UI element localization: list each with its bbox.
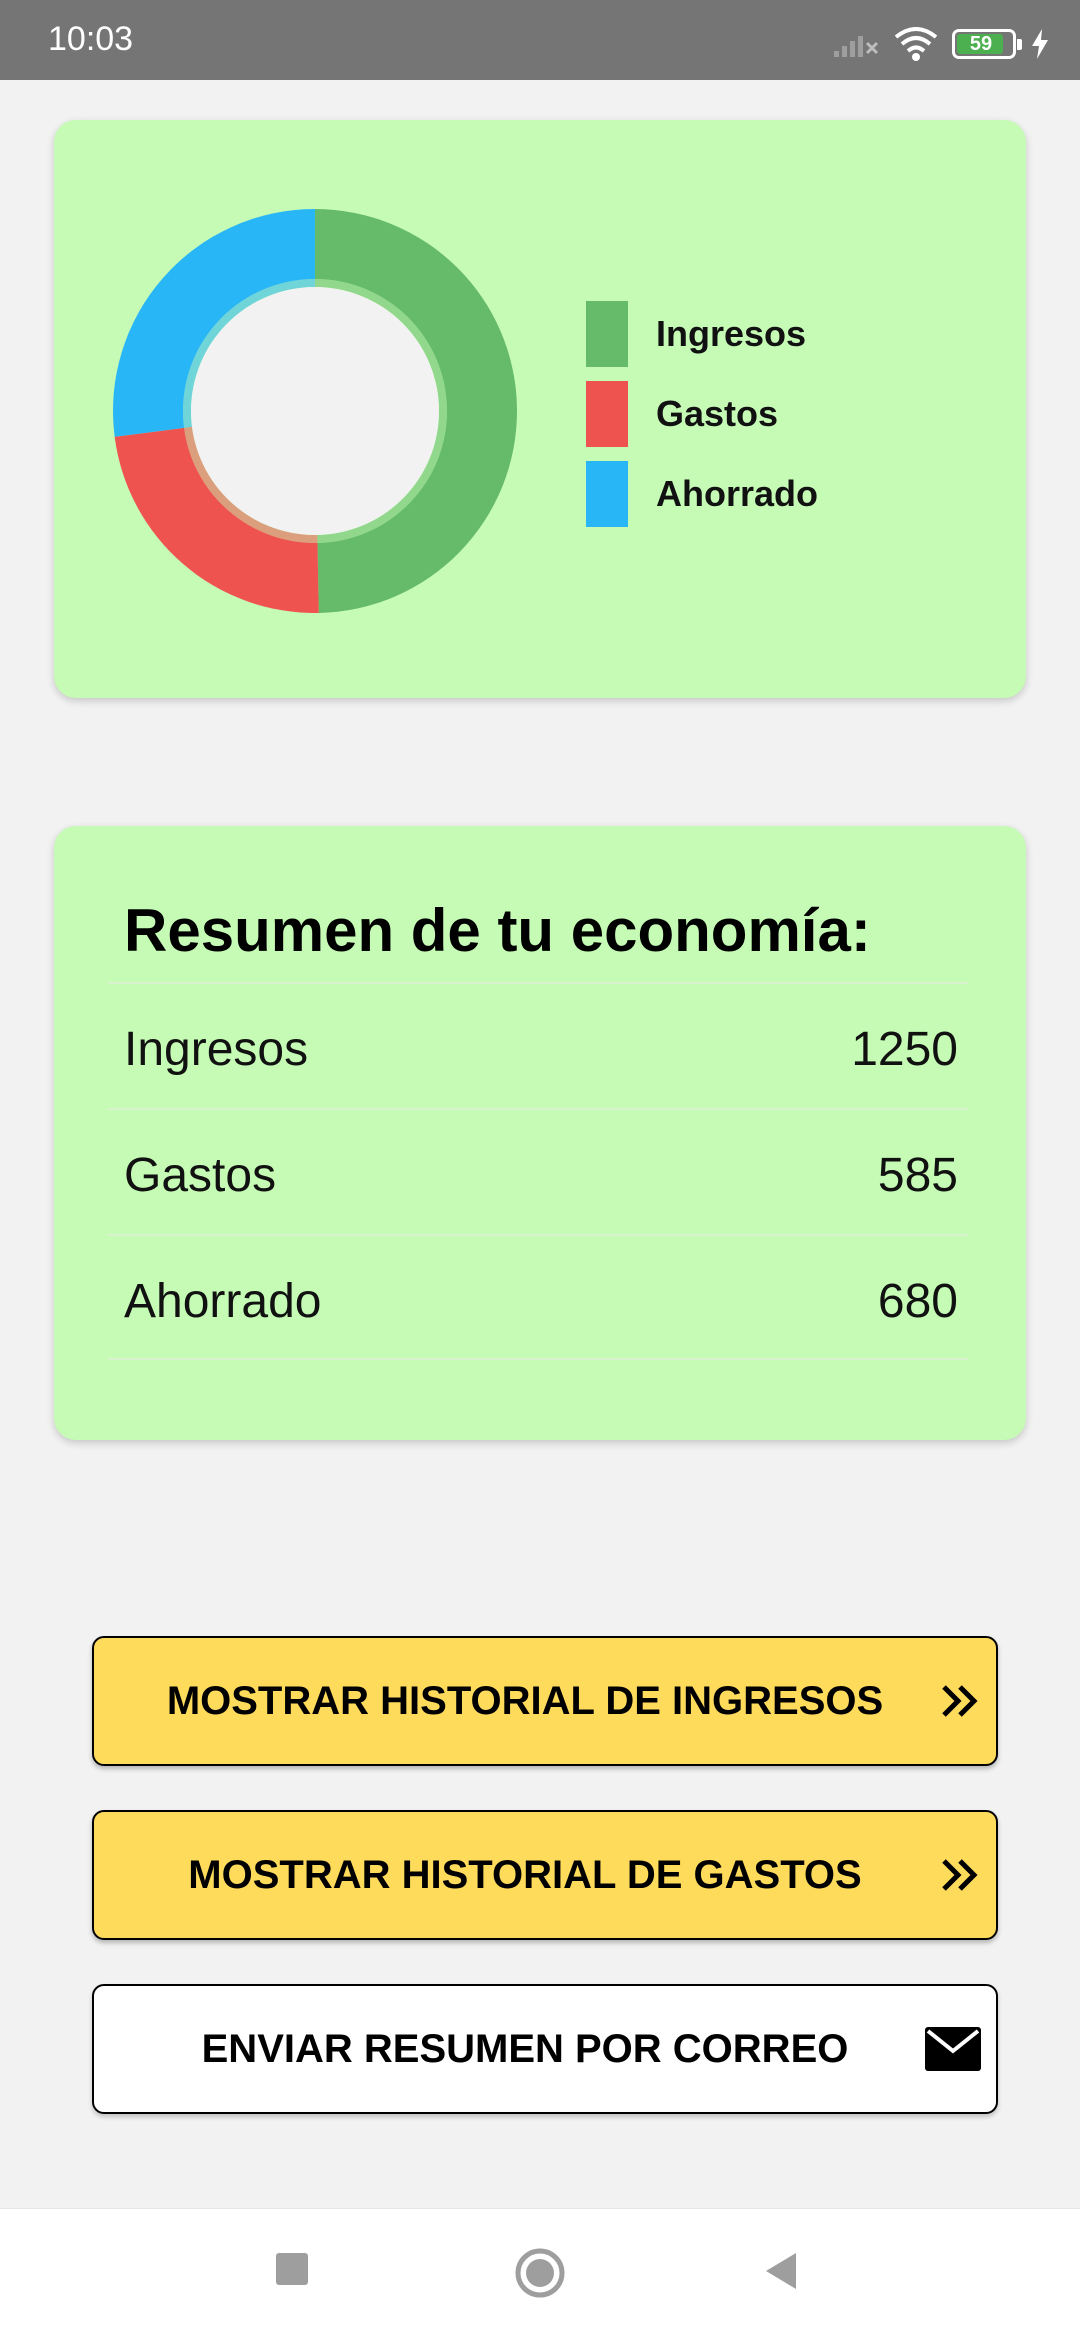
summary-row-label: Ingresos xyxy=(124,1023,309,1076)
legend-item-ingresos: Ingresos xyxy=(586,294,818,374)
status-bar: 10:03 59 xyxy=(0,0,1080,80)
double-chevron-right-icon xyxy=(942,1685,978,1717)
navigation-bar xyxy=(0,2208,1080,2340)
chart-card: Ingresos Gastos Ahorrado xyxy=(54,120,1026,698)
summary-row-label: Ahorrado xyxy=(124,1275,322,1328)
legend-item-gastos: Gastos xyxy=(586,374,818,454)
legend-swatch xyxy=(586,461,628,527)
wifi-icon xyxy=(894,27,938,61)
summary-row-value: 1250 xyxy=(851,1023,958,1076)
donut-hole xyxy=(191,287,439,535)
legend-item-ahorrado: Ahorrado xyxy=(586,454,818,534)
summary-card: Resumen de tu economía: Ingresos 1250 Ga… xyxy=(54,826,1026,1440)
home-icon[interactable] xyxy=(514,2247,566,2299)
charging-icon xyxy=(1032,29,1048,59)
legend-swatch xyxy=(586,301,628,367)
legend-label: Gastos xyxy=(656,393,779,434)
show-expense-history-label: MOSTRAR HISTORIAL DE GASTOS xyxy=(188,1852,862,1897)
battery-level: 59 xyxy=(969,33,993,55)
summary-row-value: 585 xyxy=(877,1149,958,1202)
summary-row-gastos: Gastos 585 xyxy=(108,1108,968,1234)
show-expense-history-button[interactable]: MOSTRAR HISTORIAL DE GASTOS xyxy=(92,1810,998,1940)
legend-label: Ahorrado xyxy=(656,473,818,514)
battery-icon: 59 xyxy=(952,29,1022,59)
mail-icon xyxy=(925,2027,981,2071)
back-icon[interactable] xyxy=(762,2251,802,2291)
summary-row-ingresos: Ingresos 1250 xyxy=(108,982,968,1108)
legend-label: Ingresos xyxy=(656,313,807,354)
summary-title: Resumen de tu economía: xyxy=(124,897,871,964)
summary-row-value: 680 xyxy=(877,1275,958,1328)
summary-row-ahorrado: Ahorrado 680 xyxy=(108,1234,968,1360)
summary-row-label: Gastos xyxy=(124,1149,277,1202)
donut-chart xyxy=(113,209,517,613)
status-time: 10:03 xyxy=(48,20,134,58)
show-income-history-button[interactable]: MOSTRAR HISTORIAL DE INGRESOS xyxy=(92,1636,998,1766)
double-chevron-right-icon xyxy=(942,1859,978,1891)
legend-swatch xyxy=(586,381,628,447)
show-income-history-label: MOSTRAR HISTORIAL DE INGRESOS xyxy=(166,1678,884,1723)
send-summary-email-button[interactable]: ENVIAR RESUMEN POR CORREO xyxy=(92,1984,998,2114)
signal-off-icon xyxy=(834,36,879,57)
recents-icon[interactable] xyxy=(274,2251,310,2287)
chart-legend: Ingresos Gastos Ahorrado xyxy=(586,294,818,534)
status-icons: 59 xyxy=(832,24,1050,64)
send-summary-email-label: ENVIAR RESUMEN POR CORREO xyxy=(201,2026,849,2071)
